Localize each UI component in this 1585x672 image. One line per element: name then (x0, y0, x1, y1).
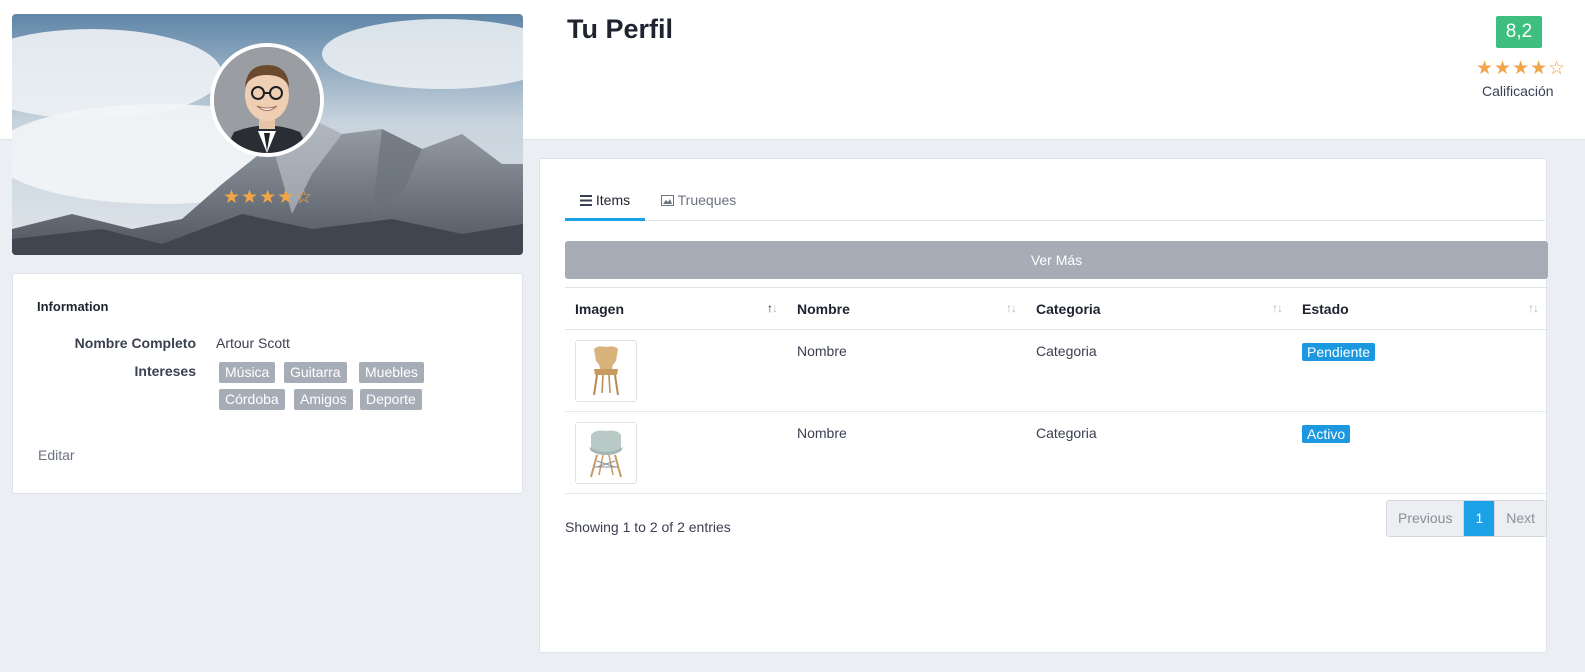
rating-stars: ★★★★☆ (1476, 58, 1567, 79)
interests-label: Intereses (134, 363, 196, 379)
information-card: Information Nombre Completo Artour Scott… (12, 273, 523, 494)
item-name: Nombre (787, 329, 1026, 412)
items-table: Imagen ↑↓ Nombre ↑↓ Categoria ↑↓ Estado … (565, 287, 1548, 494)
status-badge: Activo (1302, 425, 1351, 443)
sort-icon: ↑↓ (1528, 301, 1539, 315)
interest-tag: Deporte (360, 389, 422, 410)
avatar (210, 43, 324, 157)
information-title: Information (37, 299, 109, 314)
item-image-cell (565, 411, 787, 494)
shell-chair-thumbnail[interactable] (575, 422, 637, 484)
image-icon (661, 192, 678, 208)
item-image-cell (565, 329, 787, 412)
shell-chair-image (589, 430, 623, 478)
tab-trueques-label: Trueques (677, 192, 737, 208)
interest-tag: Muebles (359, 362, 424, 383)
wooden-chair-thumbnail[interactable] (575, 340, 637, 402)
ver-mas-button[interactable]: Ver Más (565, 241, 1548, 279)
sort-icon: ↑↓ (767, 301, 778, 315)
column-label: Nombre (797, 300, 850, 317)
item-category: Categoria (1026, 411, 1292, 494)
sort-icon: ↑↓ (1272, 301, 1283, 315)
column-header-estado[interactable]: Estado ↑↓ (1292, 287, 1548, 330)
interest-tag: Córdoba (219, 389, 285, 410)
interest-tag: Amigos (294, 389, 353, 410)
item-status-cell: Pendiente (1292, 329, 1548, 412)
entries-info: Showing 1 to 2 of 2 entries (565, 519, 731, 535)
column-header-nombre[interactable]: Nombre ↑↓ (787, 287, 1026, 330)
next-page-button[interactable]: Next (1495, 501, 1547, 536)
column-label: Imagen (575, 300, 625, 317)
table-row[interactable]: Nombre Categoria Pendiente (565, 329, 1548, 412)
column-label: Estado (1302, 300, 1349, 317)
items-panel: Items Trueques Ver Más Imagen ↑↓ Nombre … (539, 158, 1548, 653)
page-1-button[interactable]: 1 (1464, 501, 1496, 536)
avatar-photo (214, 47, 320, 153)
page-title: Tu Perfil (567, 14, 674, 44)
tab-items-label: Items (595, 192, 631, 208)
interest-tag: Guitarra (284, 362, 347, 383)
column-header-categoria[interactable]: Categoria ↑↓ (1026, 287, 1292, 330)
item-category: Categoria (1026, 329, 1292, 412)
tab-items[interactable]: Items (565, 189, 646, 221)
column-label: Categoria (1036, 300, 1101, 317)
tab-bar: Items Trueques (565, 189, 1545, 221)
full-name-label: Nombre Completo (74, 335, 196, 351)
full-name-value: Artour Scott (216, 335, 290, 351)
sort-icon: ↑↓ (1006, 301, 1017, 315)
edit-link[interactable]: Editar (38, 447, 75, 463)
status-badge: Pendiente (1302, 343, 1376, 361)
item-name: Nombre (787, 411, 1026, 494)
column-header-imagen[interactable]: Imagen ↑↓ (565, 287, 787, 330)
rating-label: Calificación (1482, 83, 1554, 99)
tab-trueques[interactable]: Trueques (646, 189, 751, 221)
previous-page-button[interactable]: Previous (1387, 501, 1465, 536)
pagination: Previous 1 Next (1386, 500, 1548, 537)
profile-rating-stars: ★★★★☆ (223, 187, 314, 208)
profile-cover: ★★★★☆ (12, 14, 523, 255)
item-status-cell: Activo (1292, 411, 1548, 494)
interest-tag: Música (219, 362, 276, 383)
table-row[interactable]: Nombre Categoria Activo (565, 411, 1548, 494)
wooden-chair-image (593, 346, 619, 396)
score-badge: 8,2 (1496, 16, 1542, 48)
list-icon (580, 192, 596, 208)
